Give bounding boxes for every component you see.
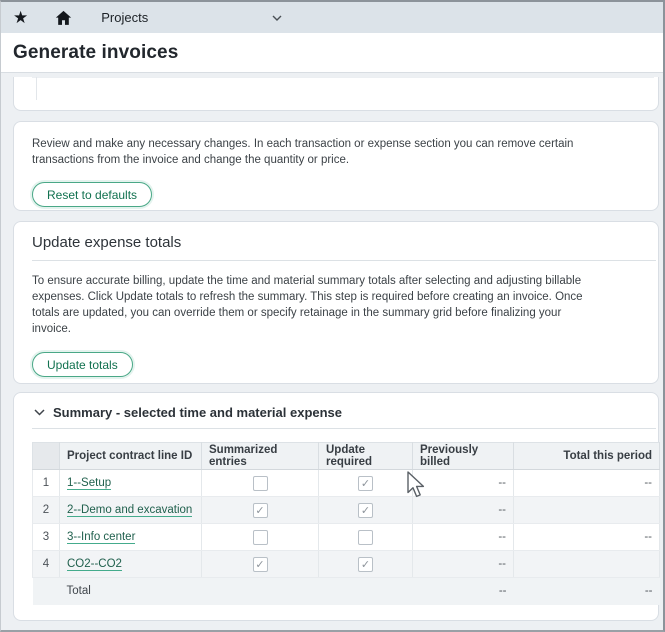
previously-billed-value: --: [413, 497, 514, 524]
column-header-gutter: [33, 443, 60, 470]
clipped-table-gutter: [36, 77, 37, 100]
summary-table: Project contract line ID Summarized entr…: [32, 442, 660, 605]
column-header-update-required: Update required: [319, 443, 413, 470]
contract-line-link[interactable]: 2--Demo and excavation: [67, 504, 192, 517]
update-card-heading: Update expense totals: [32, 234, 656, 261]
table-row: 4 CO2--CO2 --: [33, 551, 660, 578]
update-required-checkbox[interactable]: [358, 503, 373, 518]
home-icon[interactable]: [55, 10, 72, 26]
table-row: 1 1--Setup -- --: [33, 470, 660, 497]
table-total-row: Total -- --: [33, 578, 660, 605]
update-required-checkbox[interactable]: [358, 557, 373, 572]
review-card: Review and make any necessary changes. I…: [13, 121, 659, 211]
row-number: 2: [33, 497, 60, 524]
total-this-period-value: [514, 497, 660, 524]
summarized-entries-checkbox[interactable]: [253, 557, 268, 572]
summary-section-header[interactable]: Summary - selected time and material exp…: [32, 403, 656, 429]
clipped-table-edge: [32, 77, 654, 78]
chevron-down-icon[interactable]: [272, 15, 282, 21]
chevron-down-icon[interactable]: [34, 409, 45, 416]
app-window: ★ Projects Generate invoices Review and …: [0, 0, 665, 632]
column-header-previously-billed: Previously billed: [413, 443, 514, 470]
clipped-card: [13, 77, 659, 111]
column-header-total-period: Total this period: [514, 443, 660, 470]
update-required-checkbox[interactable]: [358, 476, 373, 491]
total-label: Total: [60, 578, 202, 605]
update-totals-card: Update expense totals To ensure accurate…: [13, 221, 659, 384]
previously-billed-value: --: [413, 470, 514, 497]
row-number: 3: [33, 524, 60, 551]
page-title-bar: Generate invoices: [1, 33, 663, 73]
top-nav-bar: ★ Projects: [1, 2, 663, 33]
summarized-entries-checkbox[interactable]: [253, 503, 268, 518]
reset-to-defaults-button[interactable]: Reset to defaults: [32, 182, 152, 207]
summary-section-title: Summary - selected time and material exp…: [53, 405, 342, 420]
review-instructions: Review and make any necessary changes. I…: [32, 136, 584, 168]
table-header-row: Project contract line ID Summarized entr…: [33, 443, 660, 470]
update-required-checkbox[interactable]: [358, 530, 373, 545]
contract-line-link[interactable]: 3--Info center: [67, 531, 135, 544]
star-icon[interactable]: ★: [13, 9, 28, 26]
total-this-period-value: [514, 551, 660, 578]
contract-line-link[interactable]: CO2--CO2: [67, 558, 122, 571]
total-previously-billed: --: [413, 578, 514, 605]
summarized-entries-checkbox[interactable]: [253, 476, 268, 491]
row-number: 1: [33, 470, 60, 497]
total-this-period-value: --: [514, 470, 660, 497]
total-this-period: --: [514, 578, 660, 605]
table-row: 3 3--Info center -- --: [33, 524, 660, 551]
table-row: 2 2--Demo and excavation --: [33, 497, 660, 524]
summarized-entries-checkbox[interactable]: [253, 530, 268, 545]
page-content: Review and make any necessary changes. I…: [1, 73, 663, 630]
contract-line-link[interactable]: 1--Setup: [67, 477, 111, 490]
nav-menu-projects[interactable]: Projects: [101, 10, 148, 25]
column-header-contract-line: Project contract line ID: [60, 443, 202, 470]
update-totals-button[interactable]: Update totals: [32, 352, 133, 377]
row-number: 4: [33, 551, 60, 578]
total-this-period-value: --: [514, 524, 660, 551]
previously-billed-value: --: [413, 524, 514, 551]
page-title: Generate invoices: [13, 42, 178, 64]
update-instructions: To ensure accurate billing, update the t…: [32, 273, 597, 337]
column-header-summarized: Summarized entries: [202, 443, 319, 470]
summary-card: Summary - selected time and material exp…: [13, 392, 659, 621]
previously-billed-value: --: [413, 551, 514, 578]
